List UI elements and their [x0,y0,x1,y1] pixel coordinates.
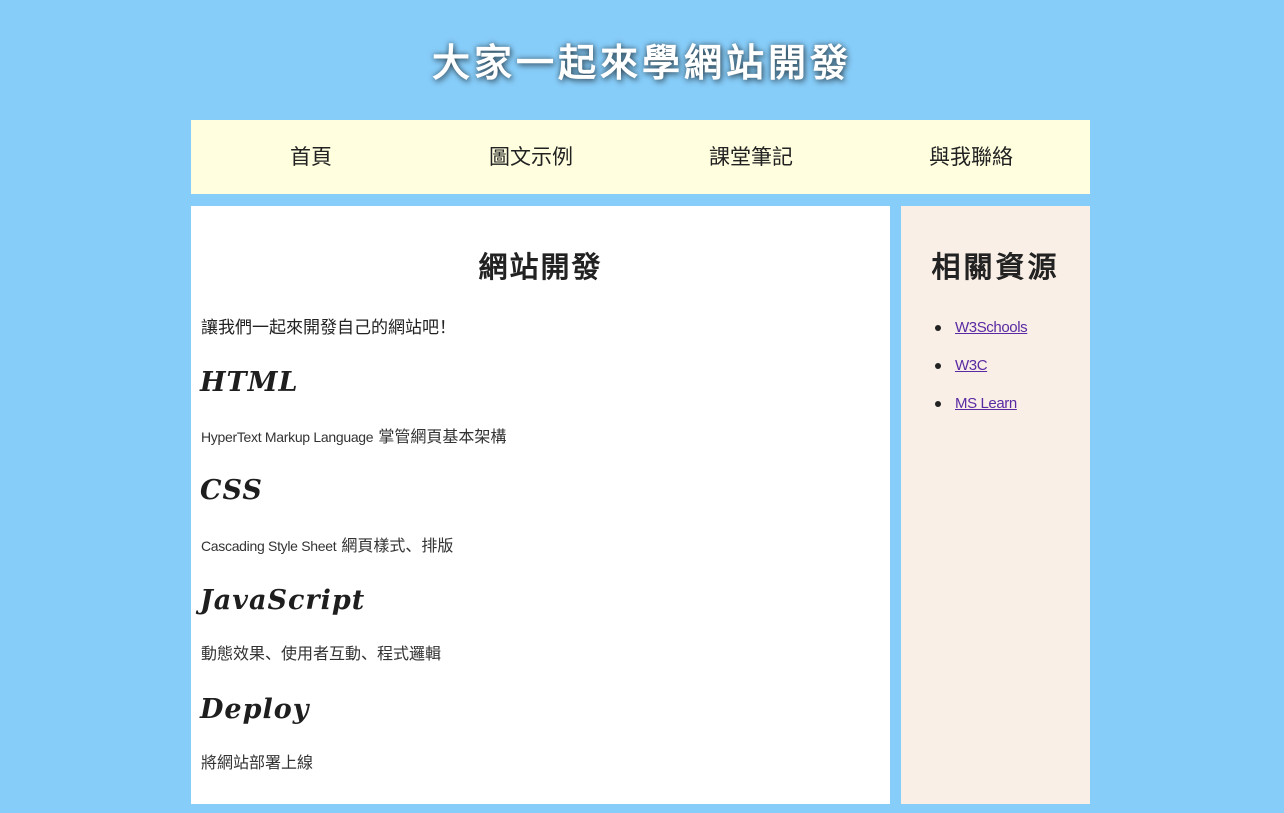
main-content: 網站開發 讓我們一起來開發自己的網站吧！ HTML HyperText Mark… [191,206,890,804]
topic-desc-html-en: HyperText Markup Language [201,429,374,445]
intro-text: 讓我們一起來開發自己的網站吧！ [201,318,456,338]
topic-desc-css: Cascading Style Sheet 網頁樣式、排版 [201,535,453,557]
nav-item-contact[interactable]: 與我聯絡 [861,120,1081,194]
topic-desc-css-en: Cascading Style Sheet [201,538,337,554]
nav-item-home[interactable]: 首頁 [201,120,421,194]
topic-desc-css-zh: 網頁樣式、排版 [336,536,454,555]
topic-desc-javascript: 動態效果、使用者互動、程式邏輯 [201,644,442,663]
topic-desc-html: HyperText Markup Language 掌管網頁基本架構 [201,426,506,448]
topic-desc-deploy: 將網站部署上線 [201,753,314,772]
nav-item-notes[interactable]: 課堂筆記 [641,120,861,194]
topic-heading-javascript: JavaScript [200,585,366,616]
main-nav: 首頁 圖文示例 課堂筆記 與我聯絡 [191,120,1090,194]
nav-item-examples[interactable]: 圖文示例 [421,120,641,194]
topic-heading-html: HTML [200,367,299,398]
sidebar-title: 相關資源 [931,250,1060,284]
topic-heading-deploy: Deploy [200,694,310,725]
resource-link-ms-learn[interactable]: MS Learn [955,392,1017,416]
resource-link-w3schools[interactable]: W3Schools [955,316,1028,340]
resource-link-w3c[interactable]: W3C [955,354,988,378]
bullet-icon [935,325,941,331]
main-title: 網站開發 [478,250,603,284]
topic-heading-css: CSS [200,475,263,506]
sidebar-resources: 相關資源 W3Schools W3C MS Learn [901,206,1090,804]
site-title: 大家一起來學網站開發 [431,40,852,85]
bullet-icon [935,363,941,369]
bullet-icon [935,401,941,407]
topic-desc-html-zh: 掌管網頁基本架構 [373,427,507,446]
page-header: 大家一起來學網站開發 [0,0,1284,120]
